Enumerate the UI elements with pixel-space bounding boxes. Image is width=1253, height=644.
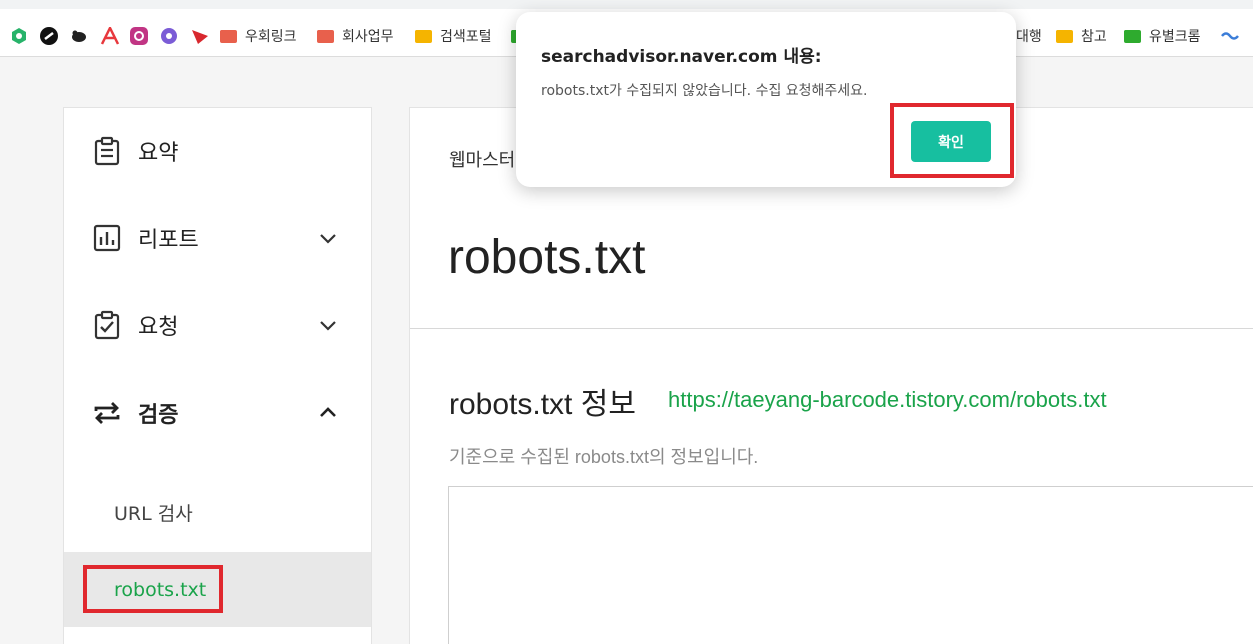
- bookmark-label: 검색포털: [440, 29, 492, 45]
- folder-icon: [1056, 29, 1073, 43]
- sidebar-item-summary[interactable]: 요약: [64, 121, 371, 181]
- purple-circle-app-icon: [161, 28, 177, 44]
- bookmark-app-6[interactable]: [160, 24, 178, 48]
- bookmark-folder-5[interactable]: 참고: [1056, 24, 1107, 48]
- wave-app-icon: [1221, 32, 1239, 40]
- sidebar-item-label: 검증: [138, 403, 179, 428]
- bookmark-folder-2[interactable]: 회사업무: [317, 24, 394, 48]
- bookmark-folder-3[interactable]: 검색포털: [415, 24, 492, 48]
- alert-dialog: searchadvisor.naver.com 내용: robots.txt가 …: [516, 12, 1016, 187]
- folder-icon: [415, 29, 432, 43]
- bookmark-label: 대행: [1016, 29, 1042, 45]
- clipboard-check-icon: [94, 310, 120, 340]
- bookmark-folder-6[interactable]: 유별크롬: [1124, 24, 1201, 48]
- main-panel: 웹마스터 robots.txt robots.txt 정보 https://ta…: [409, 107, 1253, 644]
- sidebar-item-label: 리포트: [138, 228, 199, 253]
- bookmark-app-7[interactable]: [190, 24, 210, 48]
- bookmark-folder-4[interactable]: 대행: [1016, 24, 1042, 48]
- instagram-icon: [130, 27, 148, 45]
- sidebar-item-label: 요청: [138, 315, 179, 340]
- bookmark-label: 회사업무: [342, 29, 394, 45]
- chevron-down-icon[interactable]: [317, 314, 339, 336]
- red-arrow-app-icon: [192, 30, 208, 44]
- browser-top-strip: [0, 0, 1253, 9]
- sidebar-subitem-url-inspect[interactable]: URL 검사: [64, 475, 371, 550]
- breadcrumb: 웹마스터: [449, 150, 516, 171]
- circle-slash-app-icon: [40, 27, 58, 45]
- sidebar-item-label: 요약: [138, 141, 179, 166]
- dialog-title: searchadvisor.naver.com 내용:: [541, 47, 822, 67]
- bookmark-label: 우회링크: [245, 29, 297, 45]
- bar-chart-icon: [93, 224, 121, 252]
- bookmark-app-5[interactable]: [129, 24, 149, 48]
- folder-icon: [1124, 29, 1141, 43]
- highlight-box-confirm: [890, 103, 1014, 178]
- sidebar-item-request[interactable]: 요청: [64, 295, 371, 355]
- clipboard-icon: [94, 136, 120, 166]
- page-title: robots.txt: [448, 231, 646, 284]
- sidebar: 요약 리포트 요청 검증 URL 검사 robots.txt: [63, 107, 372, 644]
- bookmark-app-4[interactable]: [100, 24, 120, 48]
- bookmark-app-2[interactable]: [39, 24, 59, 48]
- bookmark-app-8[interactable]: [1221, 24, 1241, 48]
- animal-app-icon: [72, 30, 86, 42]
- bookmark-label: 유별크롬: [1149, 29, 1201, 45]
- bookmark-app-1[interactable]: [10, 24, 28, 48]
- section-title: robots.txt 정보: [449, 388, 636, 421]
- section-description: 기준으로 수집된 robots.txt의 정보입니다.: [449, 447, 759, 467]
- highlight-box-robots: [83, 565, 223, 613]
- folder-icon: [317, 29, 334, 43]
- robots-content-box: [448, 486, 1253, 644]
- letter-a-app-icon: [100, 27, 120, 45]
- robots-url-link[interactable]: https://taeyang-barcode.tistory.com/robo…: [668, 387, 1107, 413]
- chevron-up-icon[interactable]: [317, 402, 339, 424]
- bookmark-label: 참고: [1081, 29, 1107, 45]
- chevron-down-icon[interactable]: [317, 227, 339, 249]
- sidebar-item-verify[interactable]: 검증: [64, 383, 371, 443]
- bookmark-app-3[interactable]: [70, 24, 88, 48]
- folder-icon: [220, 29, 237, 43]
- bookmark-folder-1[interactable]: 우회링크: [220, 24, 297, 48]
- hexagon-app-icon: [12, 28, 26, 44]
- sidebar-item-report[interactable]: 리포트: [64, 208, 371, 268]
- dialog-message: robots.txt가 수집되지 않았습니다. 수집 요청해주세요.: [541, 83, 868, 99]
- divider: [410, 328, 1253, 329]
- sidebar-subitem-label: URL 검사: [114, 503, 193, 525]
- repeat-icon: [94, 402, 120, 424]
